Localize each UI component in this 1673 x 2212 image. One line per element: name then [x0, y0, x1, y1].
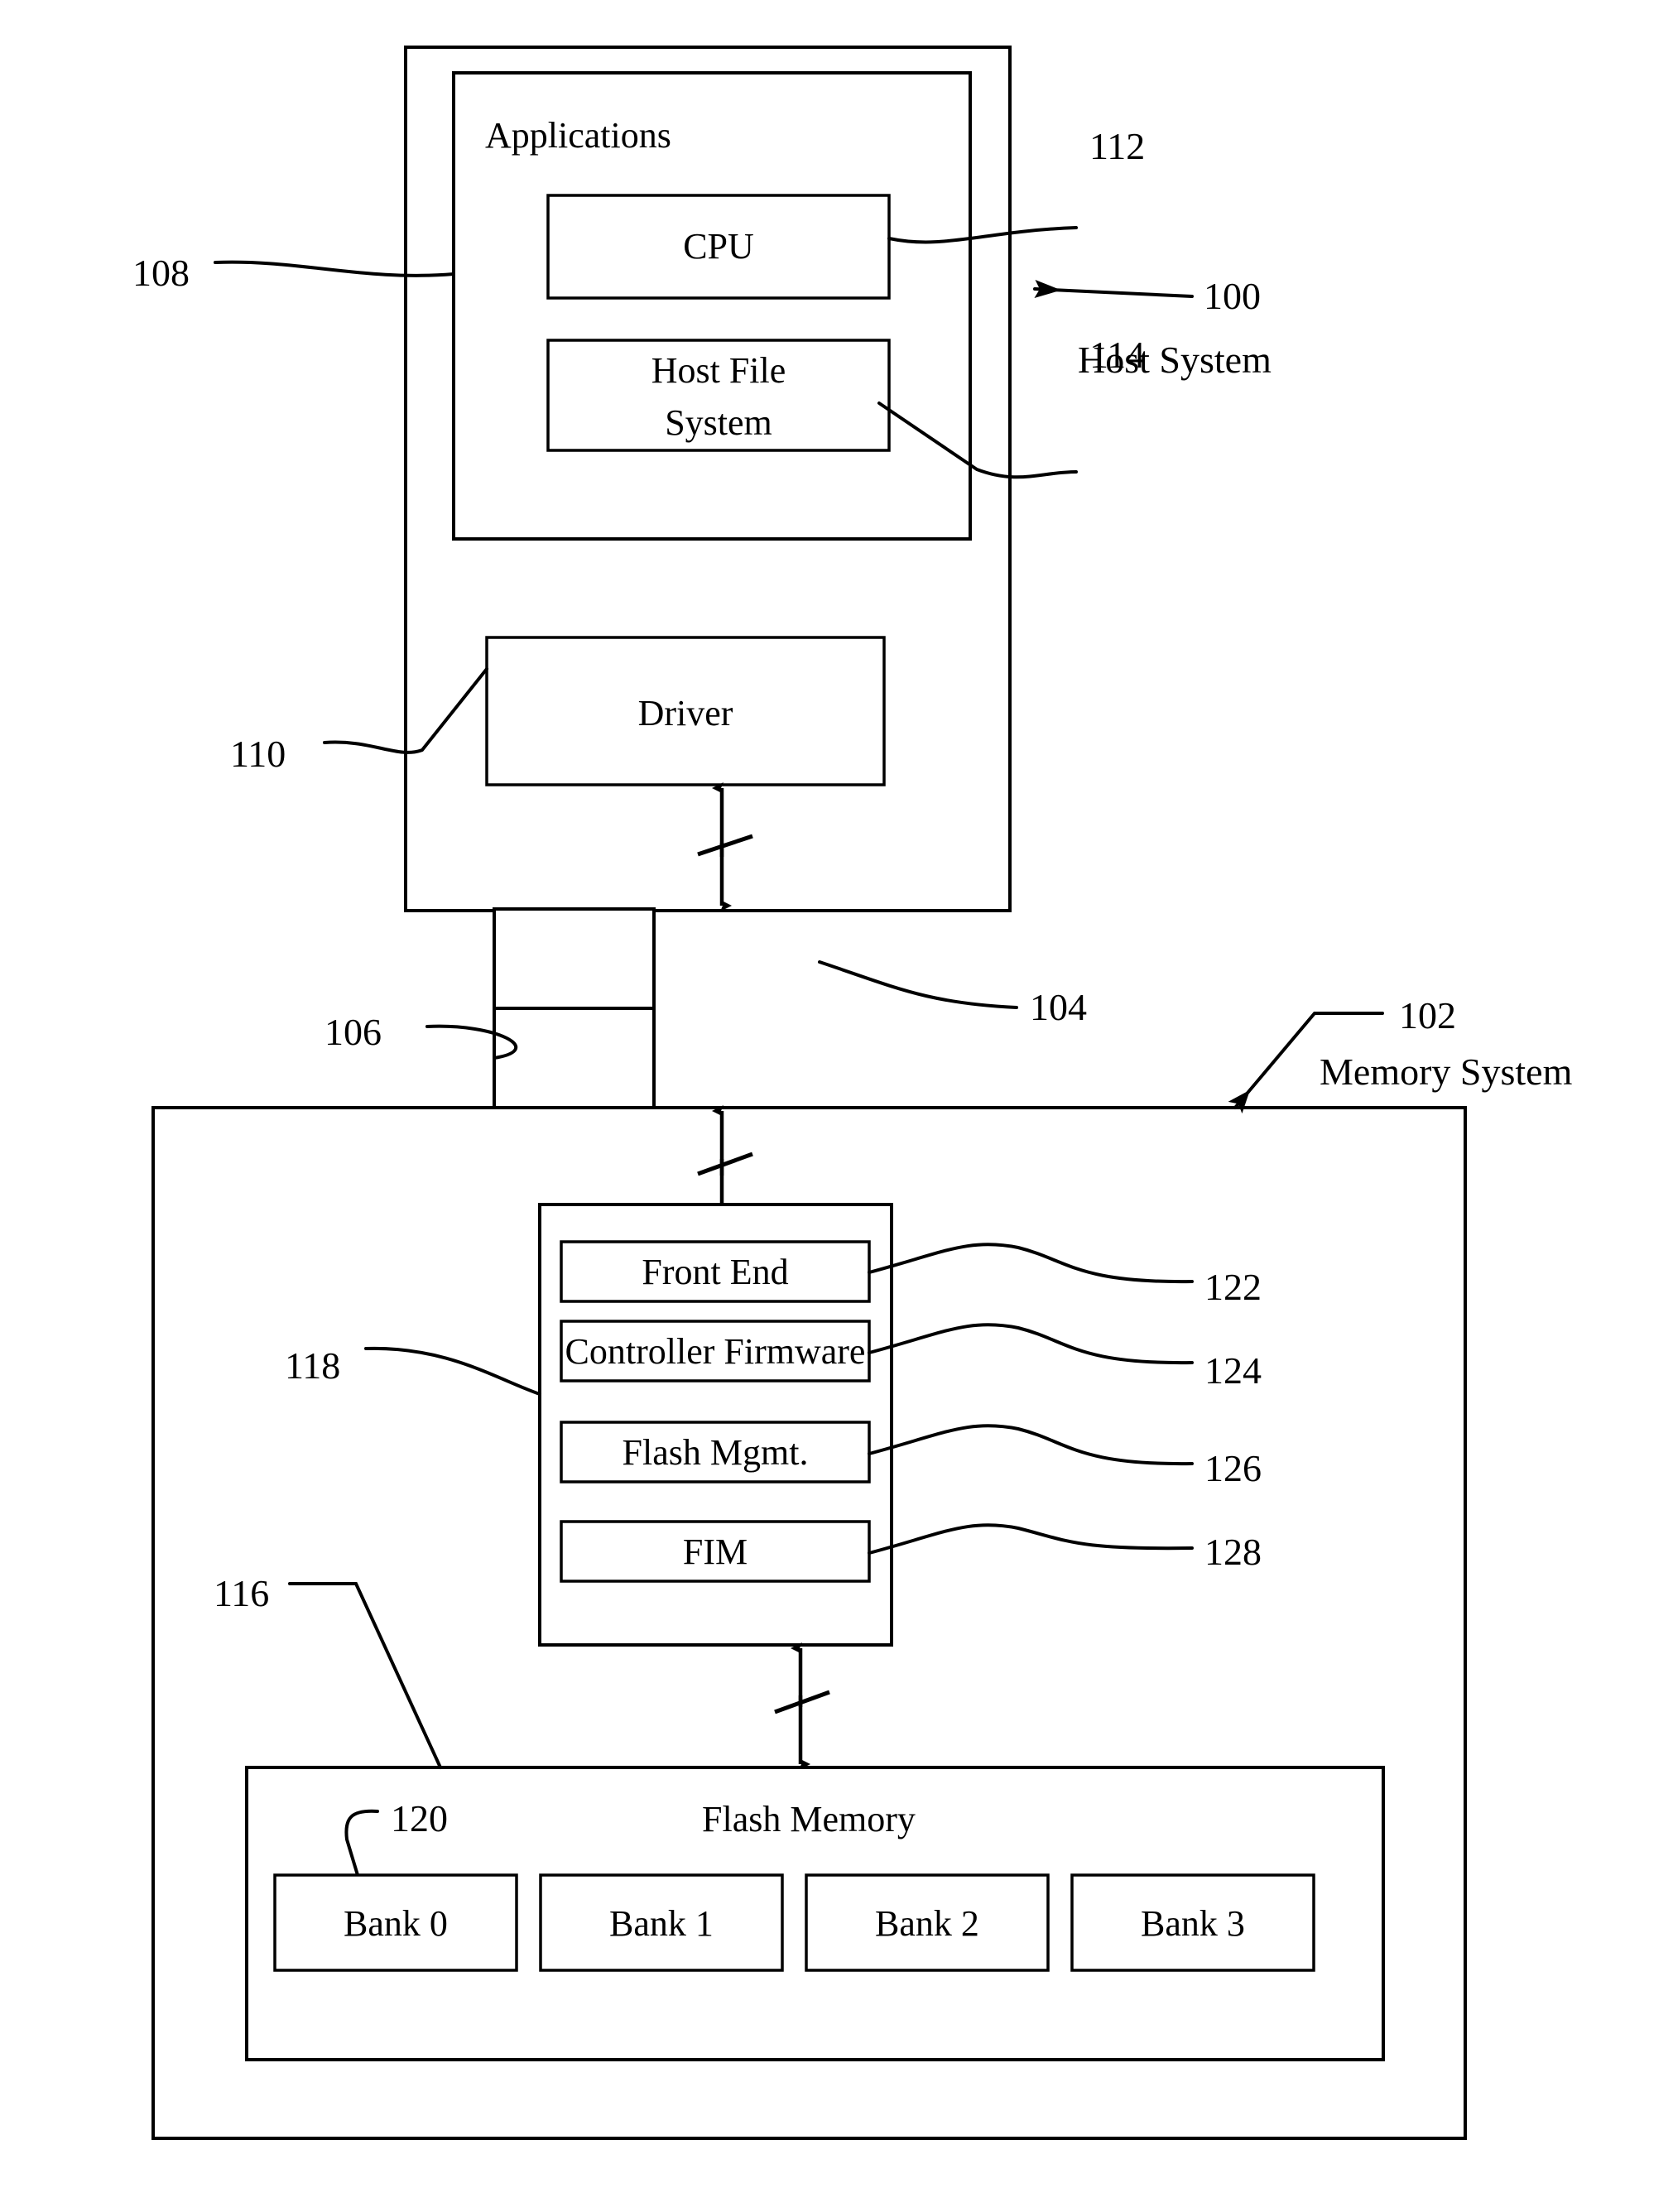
leader-104 [818, 960, 1018, 1009]
ref-128: 128 [1204, 1531, 1262, 1573]
ref-124: 124 [1204, 1349, 1262, 1392]
leader-100 [1033, 280, 1194, 298]
ref-100: 100 [1204, 275, 1261, 317]
ref-118: 118 [285, 1344, 340, 1387]
ref-112: 112 [1089, 125, 1145, 167]
bank-3-label: Bank 3 [1141, 1903, 1245, 1944]
ref-104: 104 [1030, 986, 1087, 1028]
driver-label: Driver [638, 693, 733, 733]
controller-firmware-label: Controller Firmware [565, 1331, 866, 1372]
memory-system-label: Memory System [1320, 1051, 1573, 1093]
bank-1-label: Bank 1 [609, 1903, 714, 1944]
host-file-system-label-line1: Host File [651, 350, 786, 391]
ref-108: 108 [132, 252, 190, 294]
ref-106: 106 [325, 1011, 382, 1053]
ref-126: 126 [1204, 1447, 1262, 1489]
host-file-system-label-line2: System [665, 402, 772, 443]
block-diagram-canvas: Applications CPU Host File System Driver… [132, 46, 1573, 2140]
patent-figure: Applications CPU Host File System Driver… [0, 0, 1673, 2212]
ref-110: 110 [230, 733, 286, 775]
cpu-label: CPU [683, 226, 754, 267]
flash-memory-label: Flash Memory [702, 1799, 916, 1839]
host-system-label: Host System [1078, 339, 1272, 381]
interface-connector-lower [493, 1007, 656, 1109]
ref-102: 102 [1399, 994, 1456, 1036]
ref-116: 116 [214, 1572, 269, 1614]
ref-120: 120 [391, 1797, 448, 1839]
bank-2-label: Bank 2 [875, 1903, 979, 1944]
flash-mgmt-label: Flash Mgmt. [623, 1432, 809, 1473]
interface-connector-upper [493, 907, 656, 1010]
applications-label: Applications [485, 115, 671, 156]
front-end-label: Front End [642, 1252, 788, 1292]
ref-122: 122 [1204, 1266, 1262, 1308]
bank-0-label: Bank 0 [344, 1903, 448, 1944]
fim-label: FIM [683, 1532, 748, 1572]
